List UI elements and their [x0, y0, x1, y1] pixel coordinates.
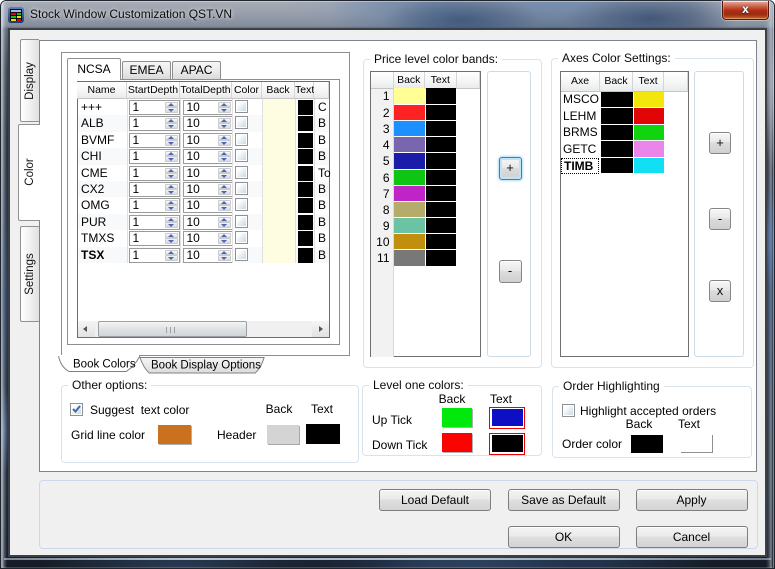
svg-text:Book Colors: Book Colors — [73, 359, 136, 371]
svg-text:Book Display Options: Book Display Options — [151, 360, 261, 372]
